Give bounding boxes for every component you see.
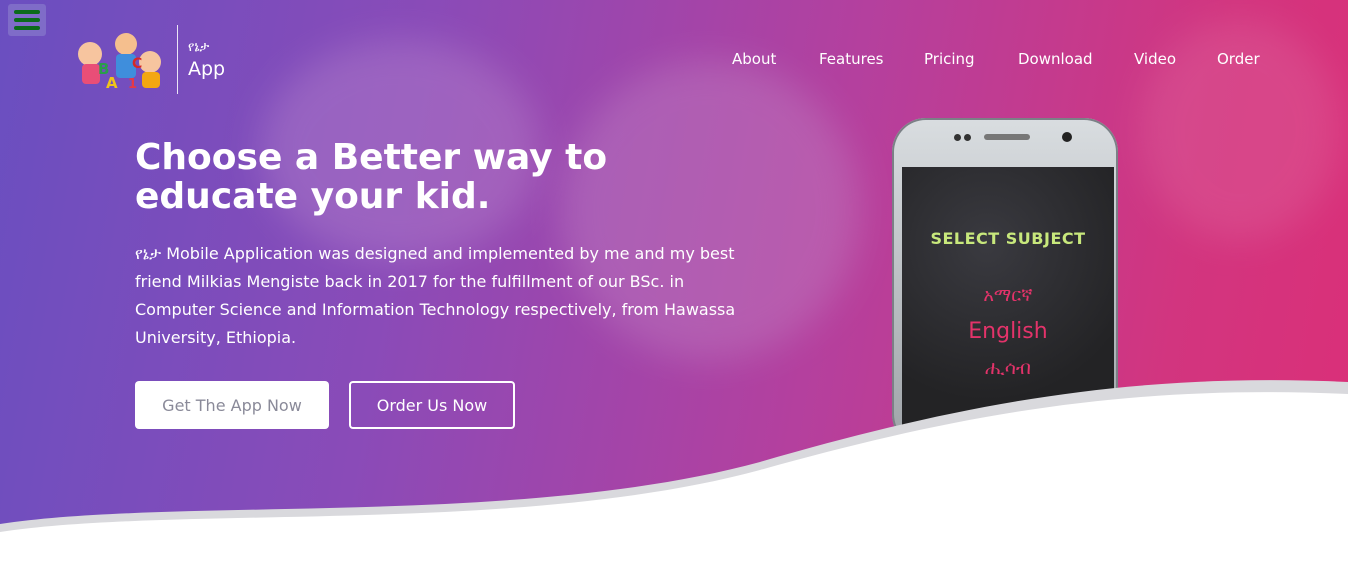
hero-wave-divider bbox=[0, 380, 1348, 572]
svg-text:1: 1 bbox=[128, 77, 137, 92]
brand-name-amharic: የኔታ bbox=[188, 40, 210, 55]
subject-option-english: English bbox=[968, 319, 1048, 344]
hamburger-menu-icon[interactable] bbox=[8, 4, 46, 36]
app-logo[interactable]: B A C 1 bbox=[68, 28, 168, 92]
phone-screen-title: SELECT SUBJECT bbox=[930, 229, 1086, 248]
phone-sensor-icon bbox=[954, 134, 961, 141]
nav-link-features[interactable]: Features bbox=[819, 50, 884, 68]
svg-text:A: A bbox=[106, 74, 118, 92]
phone-speaker-icon bbox=[984, 134, 1030, 140]
brand-divider bbox=[177, 25, 178, 94]
hero-description: የኔታ Mobile Application was designed and … bbox=[135, 244, 736, 347]
nav-link-about[interactable]: About bbox=[732, 50, 776, 68]
phone-sensor-icon bbox=[964, 134, 971, 141]
nav-link-pricing[interactable]: Pricing bbox=[924, 50, 975, 68]
hero-section: B A C 1 የኔታ App About Features Pricing D… bbox=[0, 0, 1348, 572]
nav-link-download[interactable]: Download bbox=[1018, 50, 1093, 68]
hero-title: Choose a Better way to educate your kid. bbox=[135, 137, 608, 217]
phone-camera-icon bbox=[1062, 132, 1072, 142]
nav-link-order[interactable]: Order bbox=[1217, 50, 1260, 68]
brand-name[interactable]: App bbox=[188, 58, 225, 80]
nav-link-video[interactable]: Video bbox=[1134, 50, 1176, 68]
svg-text:C: C bbox=[132, 56, 142, 72]
subject-option-amharic: አማርኛ bbox=[983, 285, 1033, 306]
